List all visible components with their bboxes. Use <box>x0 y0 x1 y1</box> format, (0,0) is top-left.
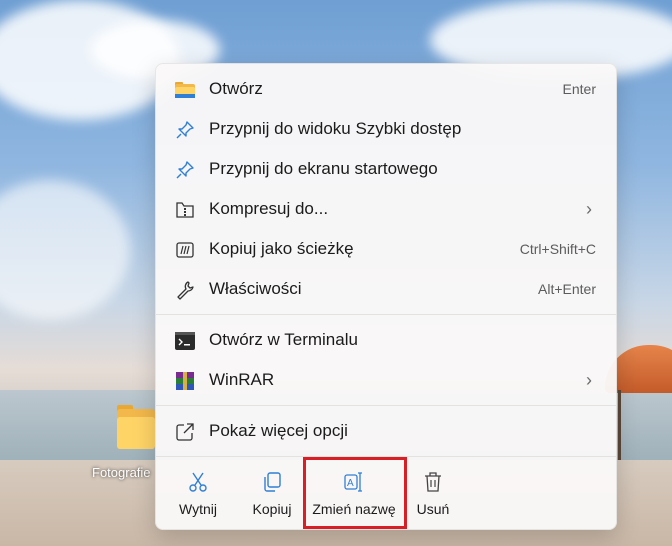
menu-item-label: Kompresuj do... <box>209 199 329 218</box>
menu-item-label: Pokaż więcej opcji <box>209 421 348 440</box>
copy-button-label: Kopiuj <box>252 501 292 517</box>
menu-item-compress[interactable]: Kompresuj do... › <box>160 190 612 228</box>
umbrella-pole <box>618 390 621 460</box>
menu-item-label: Otwórz w Terminalu <box>209 330 358 349</box>
menu-item-shortcut: Enter <box>562 81 596 97</box>
desktop-folder-icon[interactable] <box>117 405 155 449</box>
trash-icon <box>422 471 444 493</box>
scissors-icon <box>187 471 209 493</box>
menu-item-winrar[interactable]: WinRAR › <box>160 361 612 399</box>
menu-item-label: Otwórz <box>209 79 263 98</box>
menu-item-properties[interactable]: Właściwości Alt+Enter <box>160 270 612 308</box>
copy-button[interactable]: Kopiuj <box>240 465 304 521</box>
menu-item-shortcut: Alt+Enter <box>538 281 596 297</box>
highlight-box <box>303 457 407 529</box>
pin-icon <box>175 160 195 180</box>
menu-item-label: Właściwości <box>209 279 302 298</box>
menu-item-pin-quick-access[interactable]: Przypnij do widoku Szybki dostęp <box>160 110 612 148</box>
terminal-icon <box>175 331 195 351</box>
menu-item-show-more-options[interactable]: Pokaż więcej opcji <box>160 412 612 450</box>
cut-button[interactable]: Wytnij <box>166 465 230 521</box>
chevron-right-icon: › <box>586 198 592 219</box>
chevron-right-icon: › <box>586 369 592 390</box>
delete-button-label: Usuń <box>416 501 450 517</box>
copy-path-icon <box>175 240 195 260</box>
wrench-icon <box>175 280 195 300</box>
menu-separator <box>156 405 616 406</box>
menu-separator <box>156 314 616 315</box>
delete-button[interactable]: Usuń <box>404 465 462 521</box>
menu-item-open[interactable]: Otwórz Enter <box>160 70 612 108</box>
open-external-icon <box>175 422 195 442</box>
menu-item-label: Kopiuj jako ścieżkę <box>209 239 354 258</box>
menu-item-open-terminal[interactable]: Otwórz w Terminalu <box>160 321 612 359</box>
menu-item-label: Przypnij do widoku Szybki dostęp <box>209 119 462 138</box>
menu-item-shortcut: Ctrl+Shift+C <box>519 241 596 257</box>
menu-item-label: WinRAR <box>209 370 275 389</box>
menu-item-label: Przypnij do ekranu startowego <box>209 159 438 178</box>
cut-button-label: Wytnij <box>179 501 217 517</box>
menu-item-copy-path[interactable]: Kopiuj jako ścieżkę Ctrl+Shift+C <box>160 230 612 268</box>
pin-icon <box>175 120 195 140</box>
desktop-folder-label[interactable]: Fotografie <box>92 465 151 480</box>
folder-icon <box>175 80 195 100</box>
winrar-icon <box>175 371 195 391</box>
copy-icon <box>261 471 283 493</box>
cloud <box>0 180 130 320</box>
zip-folder-icon <box>175 200 195 220</box>
menu-item-pin-start[interactable]: Przypnij do ekranu startowego <box>160 150 612 188</box>
